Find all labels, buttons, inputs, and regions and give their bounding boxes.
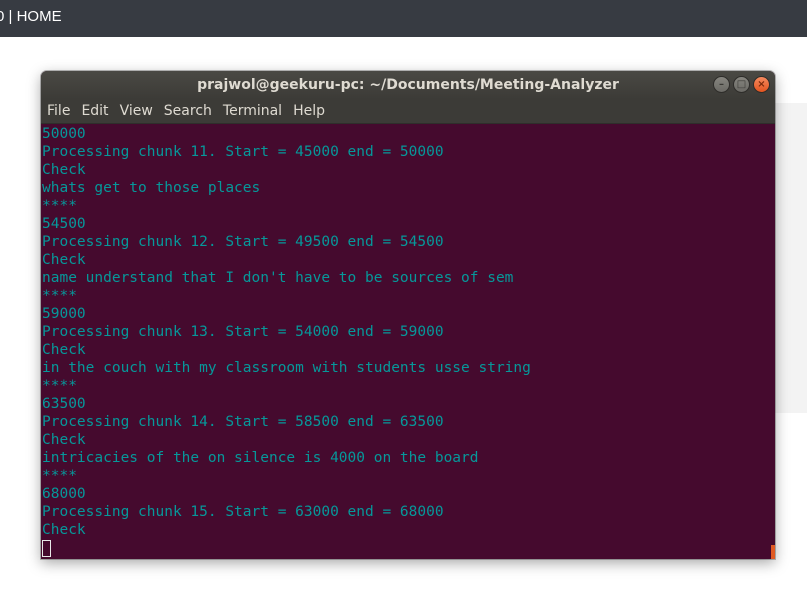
top-bar: 0 | HOME (0, 0, 807, 37)
maximize-button[interactable]: □ (733, 76, 750, 93)
terminal-line: Check (42, 522, 86, 538)
menu-terminal[interactable]: Terminal (223, 103, 282, 119)
minimize-icon: – (719, 78, 724, 90)
terminal-line: Processing chunk 11. Start = 45000 end =… (42, 144, 444, 160)
menu-view[interactable]: View (120, 103, 153, 119)
terminal-window: prajwol@geekuru-pc: ~/Documents/Meeting-… (41, 71, 775, 559)
terminal-line: Check (42, 252, 86, 268)
terminal-line: **** (42, 468, 77, 484)
minimize-button[interactable]: – (713, 76, 730, 93)
menu-edit[interactable]: Edit (81, 103, 108, 119)
terminal-line: 68000 (42, 486, 86, 502)
top-bar-label: 0 | HOME (0, 8, 62, 25)
terminal-line: Check (42, 432, 86, 448)
close-icon: × (757, 78, 766, 90)
scroll-indicator (771, 545, 775, 559)
terminal-output[interactable]: 50000 Processing chunk 11. Start = 45000… (41, 124, 775, 559)
terminal-line: **** (42, 378, 77, 394)
terminal-line: **** (42, 198, 77, 214)
terminal-line: name understand that I don't have to be … (42, 270, 514, 286)
menu-search[interactable]: Search (164, 103, 212, 119)
terminal-line: Processing chunk 14. Start = 58500 end =… (42, 414, 444, 430)
terminal-line: 50000 (42, 126, 86, 142)
terminal-line: 54500 (42, 216, 86, 232)
terminal-line: **** (42, 288, 77, 304)
terminal-line: 59000 (42, 306, 86, 322)
terminal-line: Check (42, 342, 86, 358)
menu-bar: File Edit View Search Terminal Help (41, 99, 775, 124)
terminal-prompt-line (42, 539, 775, 557)
terminal-line: 63500 (42, 396, 86, 412)
menu-file[interactable]: File (47, 103, 70, 119)
terminal-line: in the couch with my classroom with stud… (42, 360, 531, 376)
window-titlebar[interactable]: prajwol@geekuru-pc: ~/Documents/Meeting-… (41, 71, 775, 99)
terminal-line: Processing chunk 13. Start = 54000 end =… (42, 324, 444, 340)
window-controls: – □ × (713, 76, 770, 93)
terminal-line: Processing chunk 12. Start = 49500 end =… (42, 234, 444, 250)
terminal-line: intricacies of the on silence is 4000 on… (42, 450, 479, 466)
terminal-line: Processing chunk 15. Start = 63000 end =… (42, 504, 444, 520)
background-panel (774, 103, 807, 413)
terminal-line: Check (42, 162, 86, 178)
terminal-line: whats get to those places (42, 180, 261, 196)
menu-help[interactable]: Help (293, 103, 325, 119)
close-button[interactable]: × (753, 76, 770, 93)
terminal-cursor (42, 540, 51, 557)
maximize-icon: □ (736, 78, 747, 90)
window-title: prajwol@geekuru-pc: ~/Documents/Meeting-… (197, 77, 619, 93)
